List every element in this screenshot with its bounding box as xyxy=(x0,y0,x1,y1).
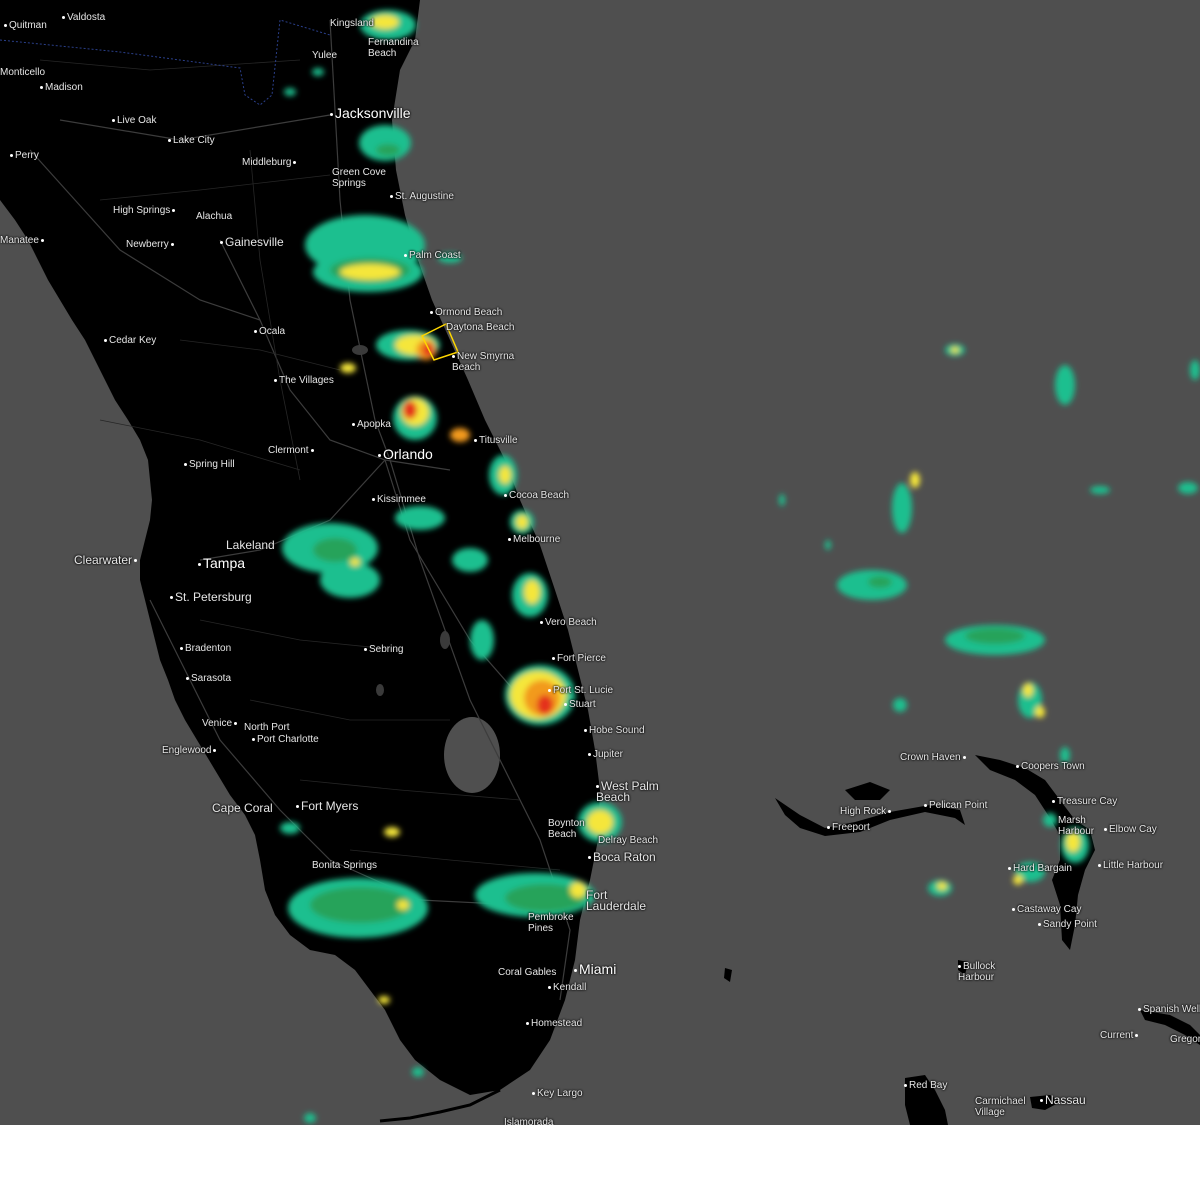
city-label: Freeport xyxy=(827,822,870,833)
city-label: Stuart xyxy=(564,699,596,710)
city-label: Spanish Wells xyxy=(1138,1004,1200,1015)
city-label: Madison xyxy=(40,82,83,93)
blank-footer xyxy=(0,1125,1200,1200)
map-canvas xyxy=(0,0,1200,1125)
city-label: Sandy Point xyxy=(1038,919,1097,930)
city-label: Englewood xyxy=(162,745,218,756)
city-label: St. Augustine xyxy=(390,191,454,202)
city-label: Boca Raton xyxy=(588,851,656,863)
city-label: Ocala xyxy=(254,326,285,337)
city-label: The Villages xyxy=(274,375,334,386)
city-label: Miami xyxy=(574,962,616,977)
city-label: Gainesville xyxy=(220,236,284,248)
city-label: Hobe Sound xyxy=(584,725,645,736)
city-label: Port St. Lucie xyxy=(548,685,613,696)
city-label: Cape Coral xyxy=(212,801,273,815)
city-label: Key Largo xyxy=(532,1088,583,1099)
city-label: Coral Gables xyxy=(498,967,557,978)
city-label: Castaway Cay xyxy=(1012,904,1081,915)
city-label: Coopers Town xyxy=(1016,761,1085,772)
city-label: Kissimmee xyxy=(372,494,426,505)
city-label: Green Cove Springs xyxy=(332,167,386,189)
city-label: Delray Beach xyxy=(598,835,659,846)
city-label: Boynton Beach xyxy=(548,818,585,840)
city-label: Cedar Key xyxy=(104,335,156,346)
city-label: Port Charlotte xyxy=(252,734,319,745)
city-label: Alachua xyxy=(196,211,233,222)
city-label: Live Oak xyxy=(112,115,156,126)
city-label: Jacksonville xyxy=(330,106,410,121)
city-label: Bonita Springs xyxy=(312,860,378,871)
city-label: Melbourne xyxy=(508,534,560,545)
city-label: Yulee xyxy=(312,50,338,61)
city-label: Pelican Point xyxy=(924,800,987,811)
city-label: Ormond Beach xyxy=(430,307,502,318)
city-label: St. Petersburg xyxy=(170,591,252,603)
city-label: Clermont xyxy=(268,445,316,456)
city-label: Jupiter xyxy=(588,749,623,760)
city-label: Fort Pierce xyxy=(552,653,606,664)
city-label: Titusville xyxy=(474,435,518,446)
city-label: North Port xyxy=(244,722,290,733)
city-label: Crown Haven xyxy=(900,752,968,763)
city-label: Orlando xyxy=(378,447,433,462)
city-label: Carmichael Village xyxy=(975,1096,1026,1118)
city-label: Kingsland xyxy=(330,18,374,29)
lake-okeechobee xyxy=(444,717,500,793)
city-label: Bradenton xyxy=(180,643,231,654)
city-label: Lake City xyxy=(168,135,215,146)
city-label: Red Bay xyxy=(904,1080,947,1091)
city-label: Fort Myers xyxy=(296,800,358,812)
city-label: Sarasota xyxy=(186,673,231,684)
city-label: Fernandina Beach xyxy=(368,37,419,59)
radar-map[interactable]: Valdosta Quitman Madison Live Oak Lake C… xyxy=(0,0,1200,1125)
city-label: Valdosta xyxy=(62,12,105,23)
city-label: West Palm Beach xyxy=(596,779,659,804)
city-label: Hard Bargain xyxy=(1008,863,1072,874)
city-label: Current xyxy=(1100,1030,1140,1041)
city-label: Homestead xyxy=(526,1018,582,1029)
city-label: Bullock Harbour xyxy=(958,961,996,983)
city-label: New Smyrna Beach xyxy=(452,351,515,373)
city-label: Fort Lauderdale xyxy=(586,888,647,913)
city-label: Nassau xyxy=(1040,1094,1086,1106)
city-label: Elbow Cay xyxy=(1104,824,1157,835)
city-label: Palm Coast xyxy=(404,250,461,261)
city-label: Vero Beach xyxy=(540,617,597,628)
city-label: Islamorada xyxy=(504,1117,554,1125)
city-label: Manatee xyxy=(0,235,46,246)
city-label: Treasure Cay xyxy=(1052,796,1117,807)
city-label: Lakeland xyxy=(226,538,275,552)
city-label: Kendall xyxy=(548,982,586,993)
city-label: Marsh Harbour xyxy=(1058,815,1095,837)
city-label: High Rock xyxy=(840,806,893,817)
city-label: Monticello xyxy=(0,67,46,78)
city-label: Newberry xyxy=(126,239,176,250)
city-label: Cocoa Beach xyxy=(504,490,569,501)
city-label: Clearwater xyxy=(74,554,139,566)
city-label: Tampa xyxy=(198,556,245,571)
city-label: Gregory Town xyxy=(1170,1034,1200,1045)
city-label: Spring Hill xyxy=(184,459,235,470)
city-label: Pembroke Pines xyxy=(528,912,574,934)
city-label: High Springs xyxy=(113,205,177,216)
city-label: Perry xyxy=(10,150,39,161)
city-label: Daytona Beach xyxy=(446,322,515,333)
city-label: Sebring xyxy=(364,644,403,655)
city-label: Quitman xyxy=(4,20,47,31)
city-label: Middleburg xyxy=(242,157,298,168)
city-label: Venice xyxy=(202,718,239,729)
city-label: Little Harbour xyxy=(1098,860,1163,871)
city-label: Apopka xyxy=(352,419,391,430)
